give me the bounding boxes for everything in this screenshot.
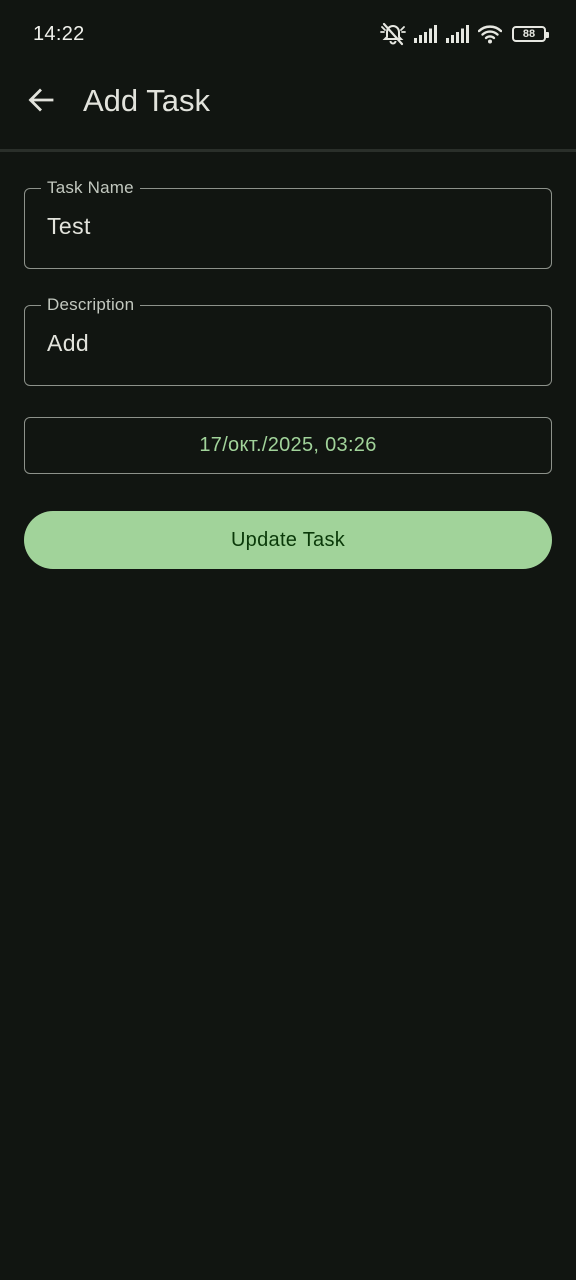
status-icons: 88 (380, 22, 549, 46)
page-title: Add Task (83, 83, 210, 118)
battery-level: 88 (522, 27, 536, 40)
update-task-button[interactable]: Update Task (24, 511, 552, 569)
description-label: Description (41, 295, 141, 315)
battery-icon: 88 (512, 26, 549, 42)
date-time-picker-button[interactable]: 17/окт./2025, 03:26 (24, 417, 552, 474)
description-field[interactable]: Description Add (24, 295, 552, 386)
vibrate-mute-icon (380, 22, 406, 46)
wifi-icon (478, 24, 502, 44)
status-bar: 14:22 88 (0, 0, 576, 68)
back-button[interactable] (18, 79, 64, 125)
signal-icon (414, 25, 438, 43)
signal-icon (446, 25, 470, 43)
app-bar-divider (0, 149, 576, 152)
app-bar: Add Task (0, 68, 576, 150)
task-name-field[interactable]: Task Name Test (24, 178, 552, 269)
status-time: 14:22 (33, 23, 85, 45)
description-input[interactable]: Add (47, 330, 89, 357)
arrow-back-icon (27, 86, 55, 119)
task-name-input[interactable]: Test (47, 213, 91, 240)
task-name-label: Task Name (41, 178, 140, 198)
